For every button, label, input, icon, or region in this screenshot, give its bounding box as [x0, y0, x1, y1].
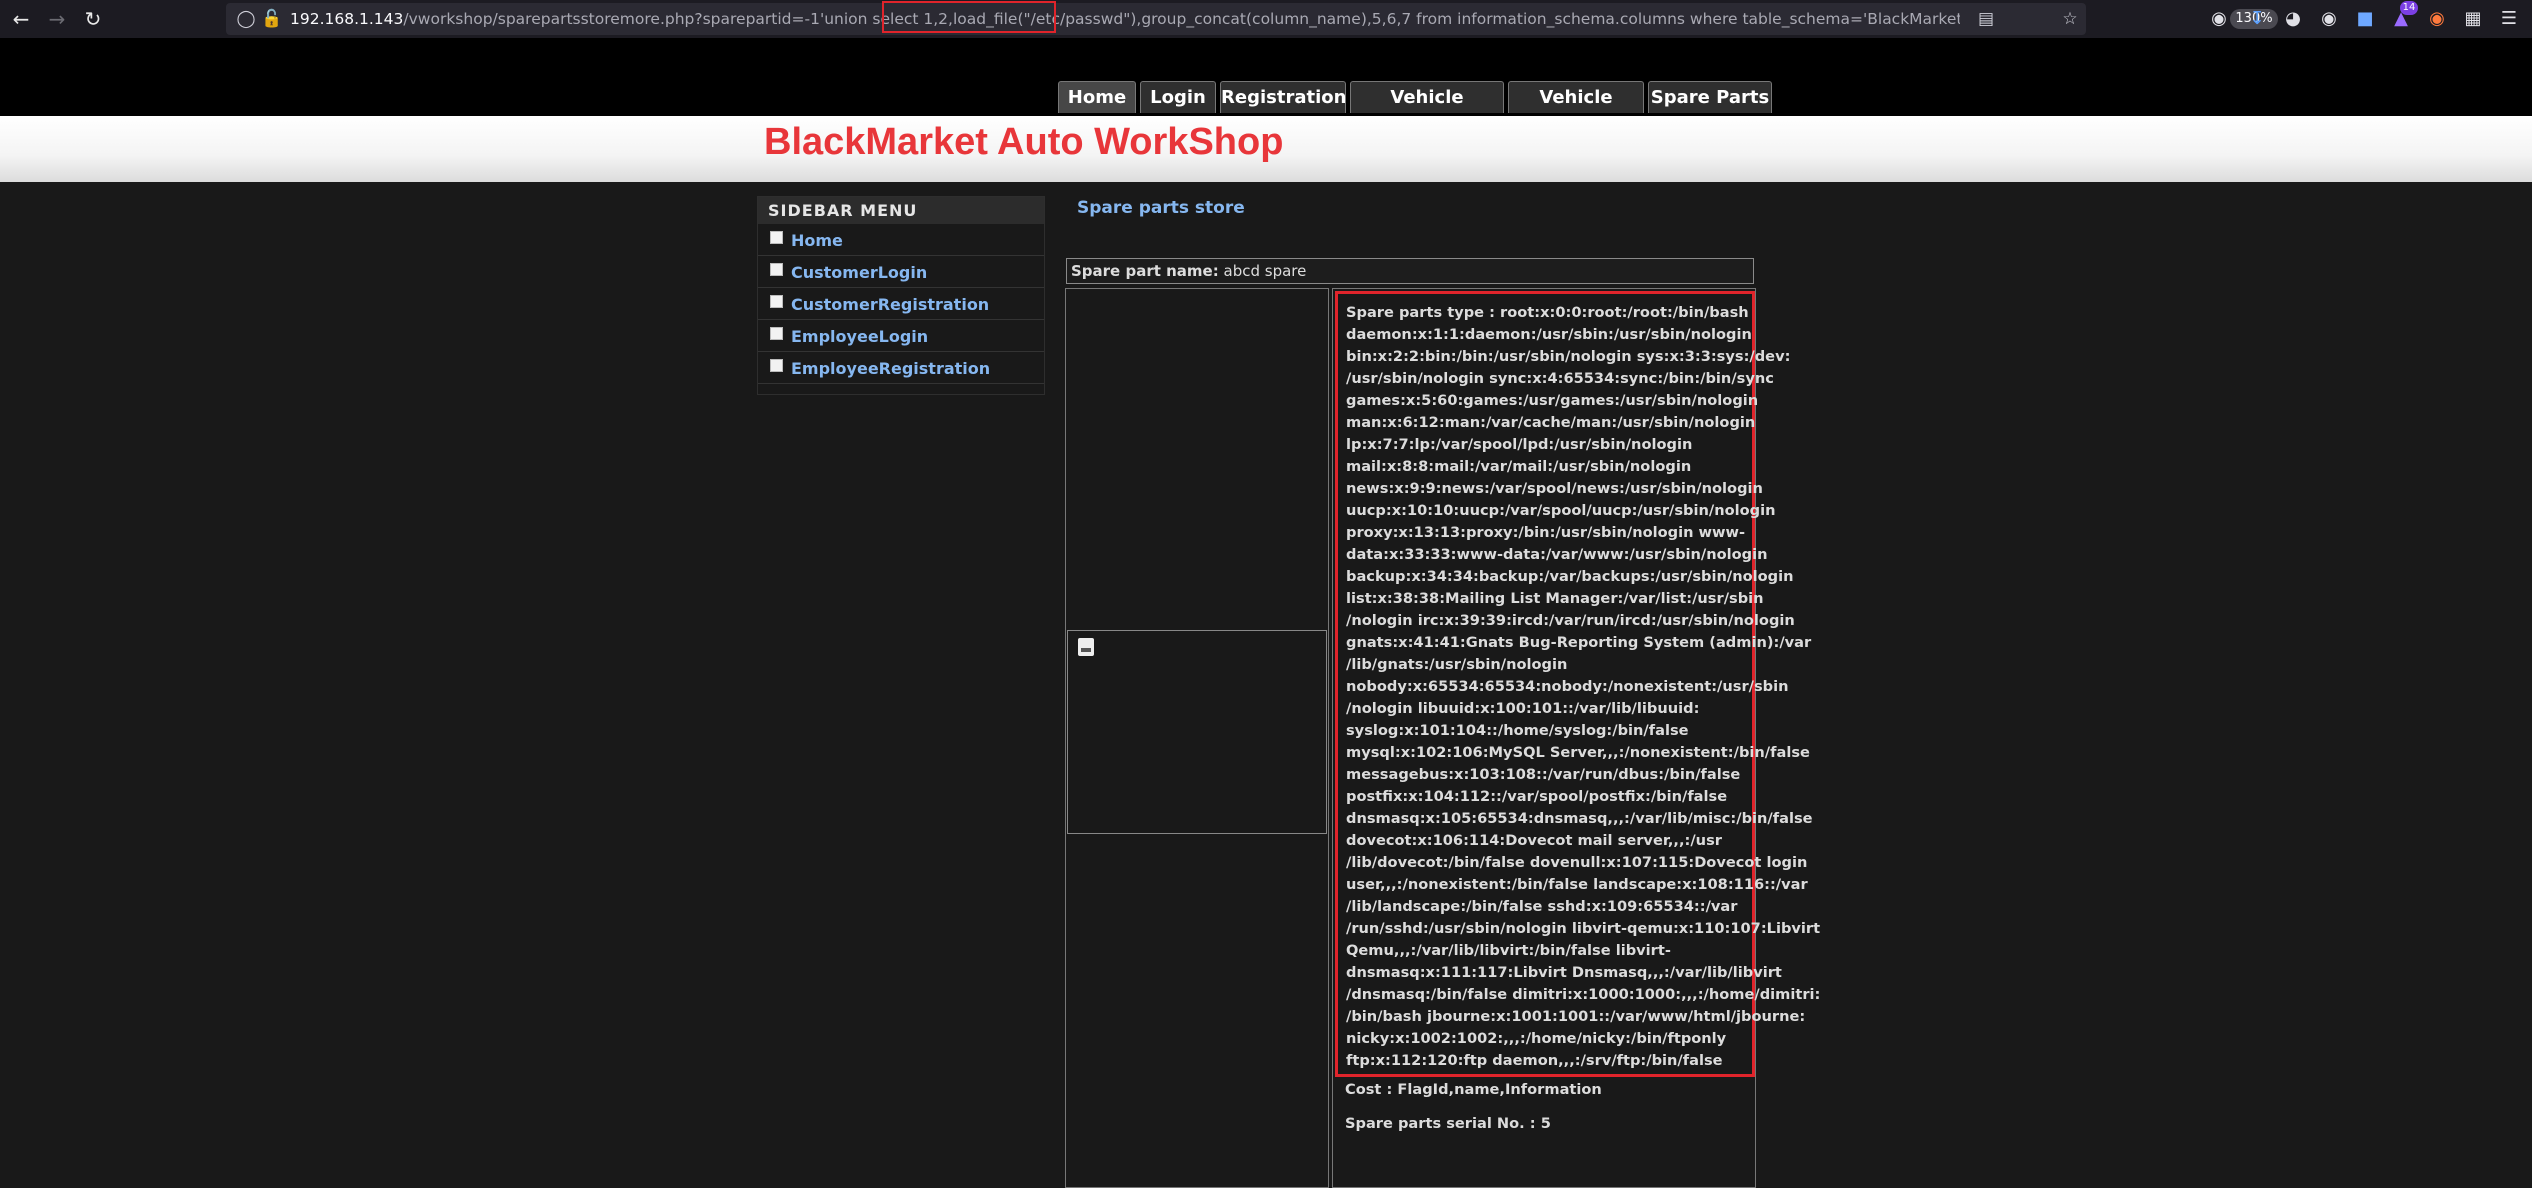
info-line: /lib/dovecot:/bin/false dovenull:x:107:1… [1346, 854, 1808, 871]
info-line: gnats:x:41:41:Gnats Bug-Reporting System… [1346, 634, 1812, 651]
sidebar-item-label[interactable]: CustomerLogin [791, 263, 927, 282]
info-line: user,,,:/nonexistent:/bin/false landscap… [1346, 876, 1808, 893]
bullet-icon [770, 231, 783, 244]
url-text[interactable]: 192.168.1.143/vworkshop/sparepartsstorem… [290, 3, 1960, 35]
info-line: mysql:x:102:106:MySQL Server,,,:/nonexis… [1346, 744, 1810, 761]
nav-login[interactable]: Login [1140, 81, 1216, 113]
extension-icon-1[interactable]: ◕ [2280, 6, 2306, 32]
info-line: /dnsmasq:/bin/false dimitri:x:1000:1000:… [1346, 986, 1821, 1003]
sidebar-item-customer-login[interactable]: CustomerLogin [758, 256, 1044, 288]
reload-icon[interactable]: ↻ [80, 6, 106, 32]
info-line: list:x:38:38:Mailing List Manager:/var/l… [1346, 590, 1764, 607]
info-line: Qemu,,,:/var/lib/libvirt:/bin/false libv… [1346, 942, 1671, 959]
broken-image-icon [1078, 638, 1094, 656]
sidebar-item-customer-registration[interactable]: CustomerRegistration [758, 288, 1044, 320]
spare-part-name-row: Spare part name: abcd spare [1066, 258, 1754, 284]
info-line: games:x:5:60:games:/usr/games:/usr/sbin/… [1346, 392, 1759, 409]
info-line: uucp:x:10:10:uucp:/var/spool/uucp:/usr/s… [1346, 502, 1776, 519]
info-line: postfix:x:104:112::/var/spool/postfix:/b… [1346, 788, 1728, 805]
extension-icon-5[interactable]: ◉ [2424, 6, 2450, 32]
extensions-puzzle-icon[interactable]: ▦ [2460, 6, 2486, 32]
url-host: 192.168.1.143 [290, 10, 404, 28]
info-line: /usr/sbin/nologin sync:x:4:65534:sync:/b… [1346, 370, 1774, 387]
sidebar-item-label[interactable]: CustomerRegistration [791, 295, 989, 314]
bullet-icon [770, 263, 783, 276]
info-line: /run/sshd:/usr/sbin/nologin libvirt-qemu… [1346, 920, 1821, 937]
sidebar-menu: SIDEBAR MENU Home CustomerLogin Customer… [757, 196, 1045, 395]
extension-icon-2[interactable]: ◉ [2316, 6, 2342, 32]
downloads-icon[interactable]: ↧ [2244, 6, 2270, 32]
info-line: Spare parts type : root:x:0:0:root:/root… [1346, 304, 1749, 321]
info-line: bin:x:2:2:bin:/bin:/usr/sbin/nologin sys… [1346, 348, 1791, 365]
url-highlight-box [882, 1, 1056, 33]
cost-text: Cost : FlagId,name,Information [1345, 1081, 1602, 1098]
info-line: /lib/landscape:/bin/false sshd:x:109:655… [1346, 898, 1738, 915]
nav-spare-parts[interactable]: Spare Parts [1648, 81, 1772, 113]
info-line: ftp:x:112:120:ftp daemon,,,:/srv/ftp:/bi… [1346, 1052, 1723, 1069]
nav-registration[interactable]: Registration [1220, 81, 1346, 113]
info-line: dnsmasq:x:111:117:Libvirt Dnsmasq,,,:/va… [1346, 964, 1782, 981]
address-bar[interactable]: ◯ 🔓 192.168.1.143/vworkshop/sparepartsst… [226, 3, 2278, 35]
nav-vehicle-service[interactable]: Vehicle Service [1350, 81, 1504, 140]
info-line: dovecot:x:106:114:Dovecot mail server,,,… [1346, 832, 1722, 849]
extension-icon-3[interactable]: ■ [2352, 6, 2378, 32]
spare-parts-type-box: Spare parts type : root:x:0:0:root:/root… [1335, 291, 1821, 1077]
bullet-icon [770, 295, 783, 308]
info-line: /bin/bash jbourne:x:1001:1001::/var/www/… [1346, 1008, 1806, 1025]
pocket-icon[interactable]: ◉ [2206, 6, 2232, 32]
info-line: /nologin irc:x:39:39:ircd:/var/run/ircd:… [1346, 612, 1795, 629]
reader-view-icon[interactable]: ▤ [1974, 7, 1998, 31]
page-title: Spare parts store [1077, 198, 1245, 218]
info-line: /lib/gnats:/usr/sbin/nologin [1346, 656, 1568, 673]
info-line: nicky:x:1002:1002:,,,:/home/nicky:/bin/f… [1346, 1030, 1727, 1047]
browser-toolbar: ← → ↻ ◯ 🔓 192.168.1.143/vworkshop/sparep… [0, 0, 2532, 38]
info-line: man:x:6:12:man:/var/cache/man:/usr/sbin/… [1346, 414, 1756, 431]
forward-icon[interactable]: → [44, 6, 70, 32]
nav-home[interactable]: Home [1058, 81, 1136, 113]
info-line: mail:x:8:8:mail:/var/mail:/usr/sbin/nolo… [1346, 458, 1692, 475]
nav-vehicle-store[interactable]: Vehicle Store [1508, 81, 1644, 140]
product-image [1067, 630, 1327, 834]
bullet-icon [770, 359, 783, 372]
spare-part-name-label: Spare part name: [1071, 262, 1219, 280]
info-line: proxy:x:13:13:proxy:/bin:/usr/sbin/nolog… [1346, 524, 1746, 541]
back-icon[interactable]: ← [8, 6, 34, 32]
info-line: daemon:x:1:1:daemon:/usr/sbin:/usr/sbin/… [1346, 326, 1752, 343]
url-path: /vworkshop/sparepartsstoremore.php?spare… [403, 10, 1960, 28]
menu-icon[interactable]: ☰ [2496, 6, 2522, 32]
sidebar-item-employee-registration[interactable]: EmployeeRegistration [758, 352, 1044, 384]
info-line: news:x:9:9:news:/var/spool/news:/usr/sbi… [1346, 480, 1763, 497]
info-line: dnsmasq:x:105:65534:dnsmasq,,,:/var/lib/… [1346, 810, 1813, 827]
info-line: backup:x:34:34:backup:/var/backups:/usr/… [1346, 568, 1794, 585]
sidebar-item-label[interactable]: EmployeeLogin [791, 327, 928, 346]
extension-badge: 14 [2400, 1, 2418, 15]
info-line: messagebus:x:103:108::/var/run/dbus:/bin… [1346, 766, 1741, 783]
spare-part-name-value: abcd spare [1223, 262, 1307, 280]
serial-number-text: Spare parts serial No. : 5 [1345, 1115, 1551, 1132]
shield-icon[interactable]: ◯ [234, 7, 258, 31]
bookmark-star-icon[interactable]: ☆ [2058, 7, 2082, 31]
sidebar-item-employee-login[interactable]: EmployeeLogin [758, 320, 1044, 352]
sidebar-heading: SIDEBAR MENU [758, 197, 1044, 224]
sidebar-item-label[interactable]: Home [791, 231, 843, 250]
insecure-lock-icon[interactable]: 🔓 [260, 7, 284, 31]
sidebar-item-home[interactable]: Home [758, 224, 1044, 256]
bullet-icon [770, 327, 783, 340]
info-line: lp:x:7:7:lp:/var/spool/lpd:/usr/sbin/nol… [1346, 436, 1693, 453]
sidebar-item-label[interactable]: EmployeeRegistration [791, 359, 990, 378]
info-line: data:x:33:33:www-data:/var/www:/usr/sbin… [1346, 546, 1768, 563]
info-line: syslog:x:101:104::/home/syslog:/bin/fals… [1346, 722, 1689, 739]
site-title: BlackMarket Auto WorkShop [764, 121, 1284, 163]
info-line: nobody:x:65534:65534:nobody:/nonexistent… [1346, 678, 1789, 695]
info-line: /nologin libuuid:x:100:101::/var/lib/lib… [1346, 700, 1700, 717]
